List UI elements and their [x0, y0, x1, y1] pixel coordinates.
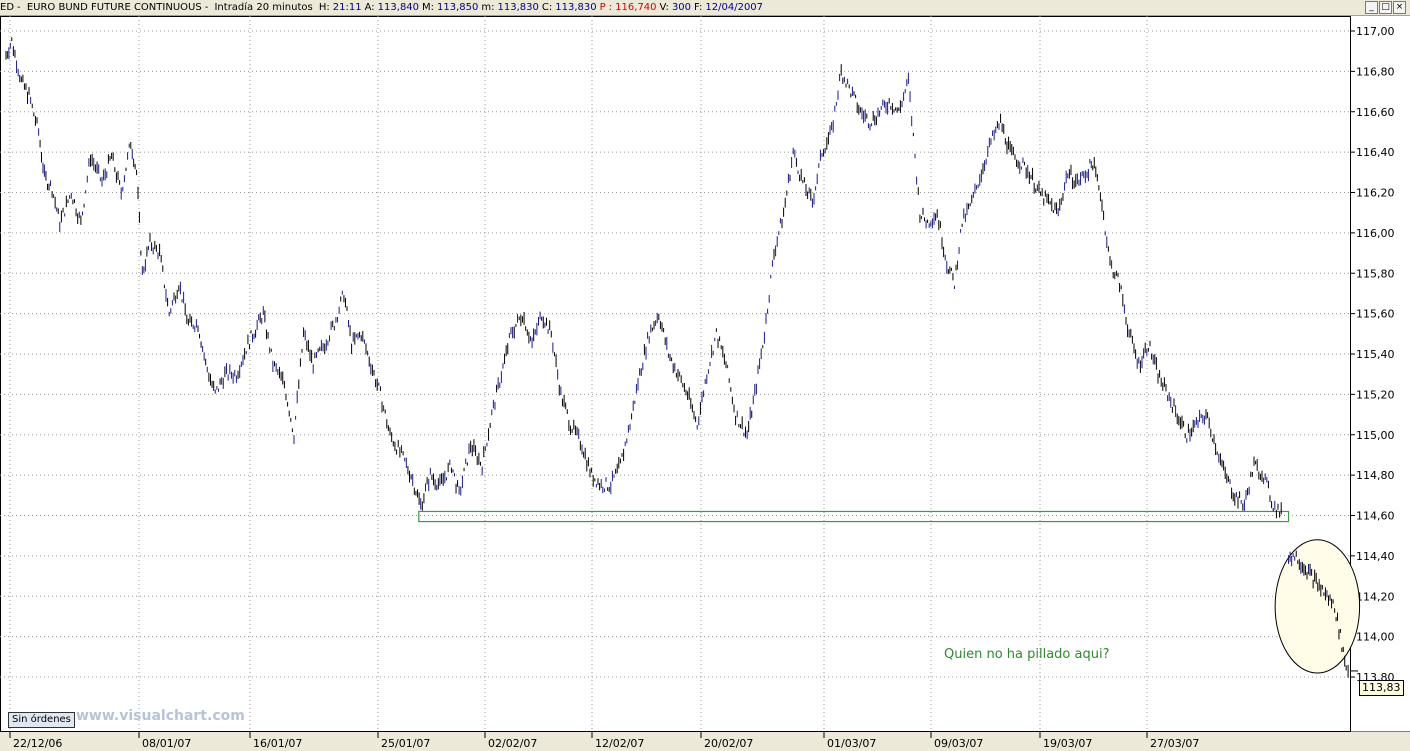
- x-tick-label: 09/03/07: [934, 737, 983, 750]
- x-tick-label: 01/03/07: [827, 737, 876, 750]
- y-tick-label: 114,80: [1356, 469, 1395, 482]
- quote-fields: H: 21:11 A: 113,840 M: 113,850 m: 113,830 C: 113,…: [319, 2, 766, 13]
- chart-title-bar: ED - EURO BUND FUTURE CONTINUOUS - Intradí…: [0, 0, 1410, 16]
- x-tick-label: 02/02/07: [488, 737, 537, 750]
- quote-field-value: 12/04/2007: [705, 2, 764, 13]
- orders-badge[interactable]: Sin órdenes: [8, 712, 75, 728]
- x-tick-label: 08/01/07: [142, 737, 191, 750]
- y-tick-label: 117,00: [1356, 25, 1395, 38]
- quote-field-label: C:: [541, 2, 553, 13]
- x-tick-label: 19/03/07: [1043, 737, 1092, 750]
- x-tick-label: 20/02/07: [704, 737, 753, 750]
- x-tick-label: 22/12/06: [13, 737, 62, 750]
- y-tick-label: 116,20: [1356, 187, 1395, 200]
- y-tick-label: 116,80: [1356, 65, 1395, 78]
- quote-field-label: F:: [694, 2, 703, 13]
- y-tick-label: 115,40: [1356, 348, 1395, 361]
- y-tick-label: 116,00: [1356, 227, 1395, 240]
- maximize-button[interactable]: □: [1379, 1, 1392, 14]
- y-tick-label: 114,60: [1356, 510, 1395, 523]
- quote-field-value: 116,740: [615, 2, 657, 13]
- watermark: www.visualchart.com: [76, 708, 245, 724]
- quote-field-label: H:: [318, 2, 330, 13]
- y-tick-label: 115,00: [1356, 429, 1395, 442]
- quote-field-label: V:: [659, 2, 669, 13]
- quote-field-label: m:: [481, 2, 495, 13]
- y-tick-label: 115,20: [1356, 388, 1395, 401]
- x-tick-label: 16/01/07: [253, 737, 302, 750]
- quote-field-label: A:: [364, 2, 375, 13]
- quote-field-label: P :: [599, 2, 613, 13]
- price-chart[interactable]: 113,80114,00114,20114,40114,60114,80115,…: [0, 16, 1410, 751]
- y-tick-label: 116,40: [1356, 146, 1395, 159]
- instrument-title: EURO BUND FUTURE CONTINUOUS: [26, 2, 202, 13]
- y-tick-label: 114,40: [1356, 550, 1395, 563]
- last-price-label: 113,83: [1359, 680, 1404, 696]
- interval-label: Intradía 20 minutos: [214, 2, 313, 13]
- close-button[interactable]: ×: [1393, 1, 1406, 14]
- plot-frame: [0, 16, 1351, 732]
- quote-field-label: M:: [422, 2, 435, 13]
- quote-field-value: 300: [671, 2, 692, 13]
- y-tick-label: 114,20: [1356, 590, 1395, 603]
- quote-field-value: 113,850: [437, 2, 479, 13]
- support-zone-box: [418, 510, 1290, 523]
- quote-field-value: 113,830: [555, 2, 597, 13]
- minimize-button[interactable]: _: [1365, 1, 1378, 14]
- x-tick-label: 12/02/07: [595, 737, 644, 750]
- highlight-ellipse: [1274, 539, 1361, 674]
- quote-field-value: 21:11: [332, 2, 362, 13]
- y-tick-label: 115,60: [1356, 308, 1395, 321]
- y-tick-label: 116,60: [1356, 106, 1395, 119]
- quote-field-value: 113,830: [497, 2, 539, 13]
- x-tick-label: 25/01/07: [381, 737, 430, 750]
- quote-field-value: 113,840: [377, 2, 420, 13]
- symbol-prefix: ED: [0, 2, 15, 13]
- x-tick-label: 27/03/07: [1150, 737, 1199, 750]
- window-controls: _ □ ×: [1365, 1, 1406, 14]
- y-tick-label: 115,80: [1356, 267, 1395, 280]
- y-tick-label: 114,00: [1356, 631, 1395, 644]
- chart-annotation-text: Quien no ha pillado aqui?: [944, 647, 1110, 662]
